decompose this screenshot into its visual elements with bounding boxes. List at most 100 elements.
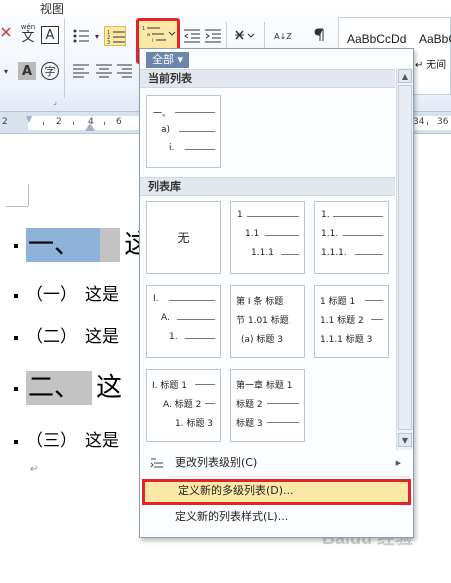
show-paragraph-marks-icon[interactable] [312,27,326,43]
tile-line [267,422,299,423]
change-level-label: 更改列表级别(C) [175,456,258,469]
gallery-scrollbar[interactable]: ▲ ▼ [396,68,413,450]
multilevel-list-icon: 1 a i [142,26,176,44]
character-shading-button[interactable]: A [18,62,36,80]
tile-level1-label: 1. [321,210,330,220]
ruler-number: 2 [56,117,62,127]
align-right-icon[interactable] [116,63,132,79]
svg-text:i: i [152,38,153,44]
tile-line [267,403,299,404]
tile-level3-label: 1. 标题 3 [175,419,214,429]
tile-line [185,338,215,339]
character-border-button[interactable]: A [41,26,59,44]
tile-level1-label: I. 标题 1 [152,381,187,391]
clear-format-icon[interactable] [0,24,12,44]
paragraph-bullet [14,244,18,248]
tile-level2-label: 节 1.01 标题 [236,316,289,326]
list-style-none[interactable]: 无 [146,201,221,274]
tile-level1-label: 1 [237,210,243,220]
numbering-icon[interactable]: 123 [104,26,126,46]
tile-level3-label: 1.1.1 [251,248,274,258]
list-style-numeric-dot[interactable]: 1. 1.1. 1.1.1. [314,201,389,274]
tile-level1-label: 一、 [153,109,172,119]
tile-line [265,235,299,236]
list-paragraph-level2[interactable]: （三） 这是 [14,426,119,451]
list-style-chapter[interactable]: 第一章 标题 1 标题 2 标题 3 [230,369,305,442]
style-no-spacing[interactable]: AaBbC [419,32,451,46]
paragraph-text: 这是 [85,431,119,451]
define-style-label: 定义新的列表样式(L)... [175,510,289,523]
change-list-level-menu-item[interactable]: 更改列表级别(C) ▶ [142,451,411,475]
list-paragraph-level2[interactable]: （二） 这是 [14,322,119,347]
list-paragraph-level1[interactable]: 一、 这 [14,224,150,262]
tile-level3-label: 1.1.1 标题 3 [320,335,373,345]
list-style-numeric-heading[interactable]: 1 标题 1 1.1 标题 2 1.1.1 标题 3 [314,285,389,358]
tile-level1-label: 1 标题 1 [320,297,356,307]
list-number[interactable]: 二、 [26,371,93,405]
menu-view-partial[interactable]: 视图 [40,0,64,17]
tile-line [247,216,299,217]
tile-level1-label: I. [153,294,159,304]
font-dialog-launcher-icon[interactable]: ⌟ [50,96,60,106]
list-number[interactable]: （一） [26,285,77,305]
list-style-article[interactable]: 第 I 条 标题 节 1.01 标题 (a) 标题 3 [230,285,305,358]
tile-level1-label: 第 I 条 标题 [236,297,284,307]
sort-button[interactable]: A↓Z [272,25,294,47]
scroll-up-icon[interactable]: ▲ [398,69,412,83]
dropdown-arrow-icon[interactable]: ▾ [2,64,10,78]
tile-line [179,131,215,132]
scrollbar-thumb[interactable] [398,85,412,430]
chinese-layout-icon[interactable] [234,27,256,43]
list-paragraph-level1[interactable]: 二、这 [14,367,122,405]
list-paragraph-level2[interactable]: （一） 这是 [14,280,119,305]
bullets-icon[interactable] [72,28,90,44]
svg-text:3: 3 [107,40,110,46]
style-normal[interactable]: AaBbCcDd [347,32,406,46]
current-list-tile[interactable]: 一、 a) i. [146,95,221,168]
scroll-down-icon[interactable]: ▼ [398,433,412,447]
list-style-roman-heading[interactable]: I. 标题 1 A. 标题 2 1. 标题 3 [146,369,221,442]
enclosed-character-button[interactable]: 字 [41,62,59,80]
ruler-tick [43,122,44,125]
list-style-numeric[interactable]: 1 1.1 1.1.1 [230,201,305,274]
menu-separator [170,476,410,477]
paragraph-mark: ↵ [30,464,39,475]
decrease-indent-icon[interactable] [183,28,201,44]
tile-line [343,235,383,236]
tile-level3-label: i. [169,143,175,153]
tile-level2-label: A. 标题 2 [163,400,202,410]
phonetic-guide-button[interactable]: wén 文 [18,22,38,46]
ruler-number: 34 [413,117,425,127]
number-tab [100,228,121,262]
phonetic-guide-char: 文 [21,30,35,45]
section-current-list: 当前列表 [140,69,395,88]
define-new-multilevel-list-menu-item[interactable]: 定义新的多级列表(D)... [142,479,411,505]
list-number[interactable]: 一、 [26,228,101,262]
tile-line [195,384,215,385]
align-left-icon[interactable] [72,63,90,79]
tile-level2-label: 1.1. [321,229,339,239]
bullets-dropdown-icon[interactable]: ▾ [93,30,101,42]
margin-corner-mark [28,184,29,206]
tile-level3-label: 1.1.1. [321,248,347,258]
ruler-tick [427,122,428,125]
tile-line [175,112,215,113]
none-label: 无 [177,231,190,245]
tile-level2-label: A. [161,313,170,323]
align-center-icon[interactable] [95,63,113,79]
list-number[interactable]: （二） [26,327,77,347]
tile-level2-label: 1.1 [245,229,260,239]
list-number[interactable]: （三） [26,431,77,451]
paragraph-bullet [14,439,18,444]
tile-line [185,149,215,150]
tile-level3-label: 标题 3 [236,419,263,429]
ruler-number: 4 [88,117,94,127]
paragraph-text: 这是 [85,285,119,305]
section-list-library: 列表库 [140,177,395,196]
gallery-filter-dropdown[interactable]: 全部 ▾ [146,52,190,68]
submenu-arrow-icon: ▶ [395,459,401,467]
tile-level2-label: a) [161,125,171,135]
list-style-roman-alpha[interactable]: I. A. 1. [146,285,221,358]
define-new-list-style-menu-item[interactable]: 定义新的列表样式(L)... [142,505,411,529]
increase-indent-icon[interactable] [204,28,222,44]
